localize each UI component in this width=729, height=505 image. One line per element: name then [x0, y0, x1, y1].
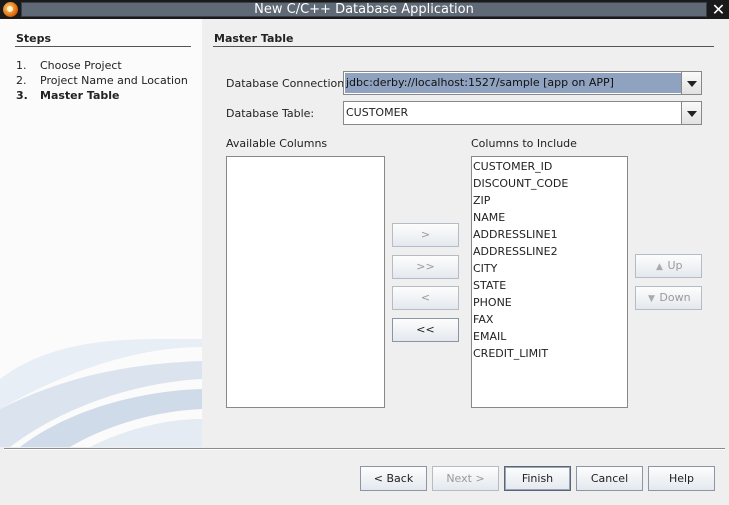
available-columns-label: Available Columns [226, 137, 328, 150]
remove-column-button[interactable]: < [392, 286, 459, 310]
list-item[interactable]: ADDRESSLINE1 [473, 228, 558, 241]
step-project-name-location: 2. Project Name and Location [16, 74, 188, 87]
steps-divider [15, 46, 191, 47]
help-button[interactable]: Help [648, 466, 715, 491]
add-column-button[interactable]: > [392, 223, 459, 247]
back-label: < Back [373, 472, 414, 485]
move-up-button[interactable]: ▲ Up [635, 254, 702, 278]
add-column-label: > [420, 228, 431, 241]
arrow-down-icon: ▼ [647, 294, 655, 304]
cancel-label: Cancel [590, 472, 629, 485]
steps-title: Steps [16, 32, 52, 45]
list-item[interactable]: FAX [473, 313, 493, 326]
next-label: Next > [446, 472, 485, 485]
page-title: Master Table [214, 32, 294, 45]
available-columns-list[interactable] [226, 156, 385, 408]
window-title: New C/C++ Database Application [254, 2, 474, 17]
include-columns-label: Columns to Include [471, 137, 577, 150]
list-item[interactable]: CITY [473, 262, 497, 275]
add-all-columns-button[interactable]: >> [392, 255, 459, 279]
db-connection-select[interactable]: jdbc:derby://localhost:1527/sample [app … [343, 71, 702, 95]
chevron-down-icon[interactable] [681, 72, 701, 94]
remove-all-columns-button[interactable]: << [392, 318, 459, 342]
step-number: 2. [16, 74, 27, 87]
step-choose-project: 1. Choose Project [16, 59, 122, 72]
move-down-button[interactable]: ▼ Down [635, 286, 702, 310]
step-label: Master Table [40, 89, 120, 102]
step-master-table: 3. Master Table [16, 89, 120, 102]
help-label: Help [668, 472, 695, 485]
db-connection-value: jdbc:derby://localhost:1527/sample [app … [345, 73, 681, 93]
footer-divider-highlight [4, 449, 725, 450]
step-number: 1. [16, 59, 27, 72]
list-item[interactable]: EMAIL [473, 330, 506, 343]
title-divider [213, 46, 714, 47]
db-table-value: CUSTOMER [346, 106, 409, 119]
title-strip[interactable]: New C/C++ Database Application [21, 2, 707, 17]
finish-button[interactable]: Finish [504, 466, 571, 491]
next-button[interactable]: Next > [432, 466, 499, 491]
title-bar: New C/C++ Database Application ✕ [0, 0, 729, 19]
step-label: Project Name and Location [40, 74, 188, 87]
cancel-button[interactable]: Cancel [576, 466, 643, 491]
list-item[interactable]: STATE [473, 279, 506, 292]
move-down-label: Down [659, 291, 691, 304]
list-item[interactable]: PHONE [473, 296, 512, 309]
db-connection-label: Database Connection: [226, 77, 348, 90]
list-item[interactable]: CUSTOMER_ID [473, 160, 552, 173]
list-item[interactable]: NAME [473, 211, 505, 224]
list-item[interactable]: DISCOUNT_CODE [473, 177, 568, 190]
back-button[interactable]: < Back [360, 466, 427, 491]
steps-panel: Steps 1. Choose Project 2. Project Name an… [0, 19, 202, 447]
move-up-label: Up [667, 259, 683, 272]
list-item[interactable]: CREDIT_LIMIT [473, 347, 548, 360]
list-item[interactable]: ZIP [473, 194, 490, 207]
remove-all-columns-label: << [416, 323, 435, 336]
add-all-columns-label: >> [416, 260, 435, 273]
arrow-up-icon: ▲ [656, 262, 663, 272]
finish-label: Finish [521, 472, 554, 485]
step-label: Choose Project [40, 59, 122, 72]
db-table-select[interactable]: CUSTOMER [343, 101, 702, 125]
step-number: 3. [16, 89, 28, 102]
list-item[interactable]: ADDRESSLINE2 [473, 245, 558, 258]
decorative-swoosh [0, 339, 202, 447]
db-table-label: Database Table: [226, 107, 315, 120]
app-logo-icon[interactable] [3, 2, 18, 17]
chevron-down-icon[interactable] [681, 102, 701, 124]
remove-column-label: < [420, 291, 431, 304]
close-icon[interactable]: ✕ [710, 1, 727, 18]
include-columns-list[interactable]: CUSTOMER_ID DISCOUNT_CODE ZIP NAME ADDRE… [471, 156, 628, 408]
